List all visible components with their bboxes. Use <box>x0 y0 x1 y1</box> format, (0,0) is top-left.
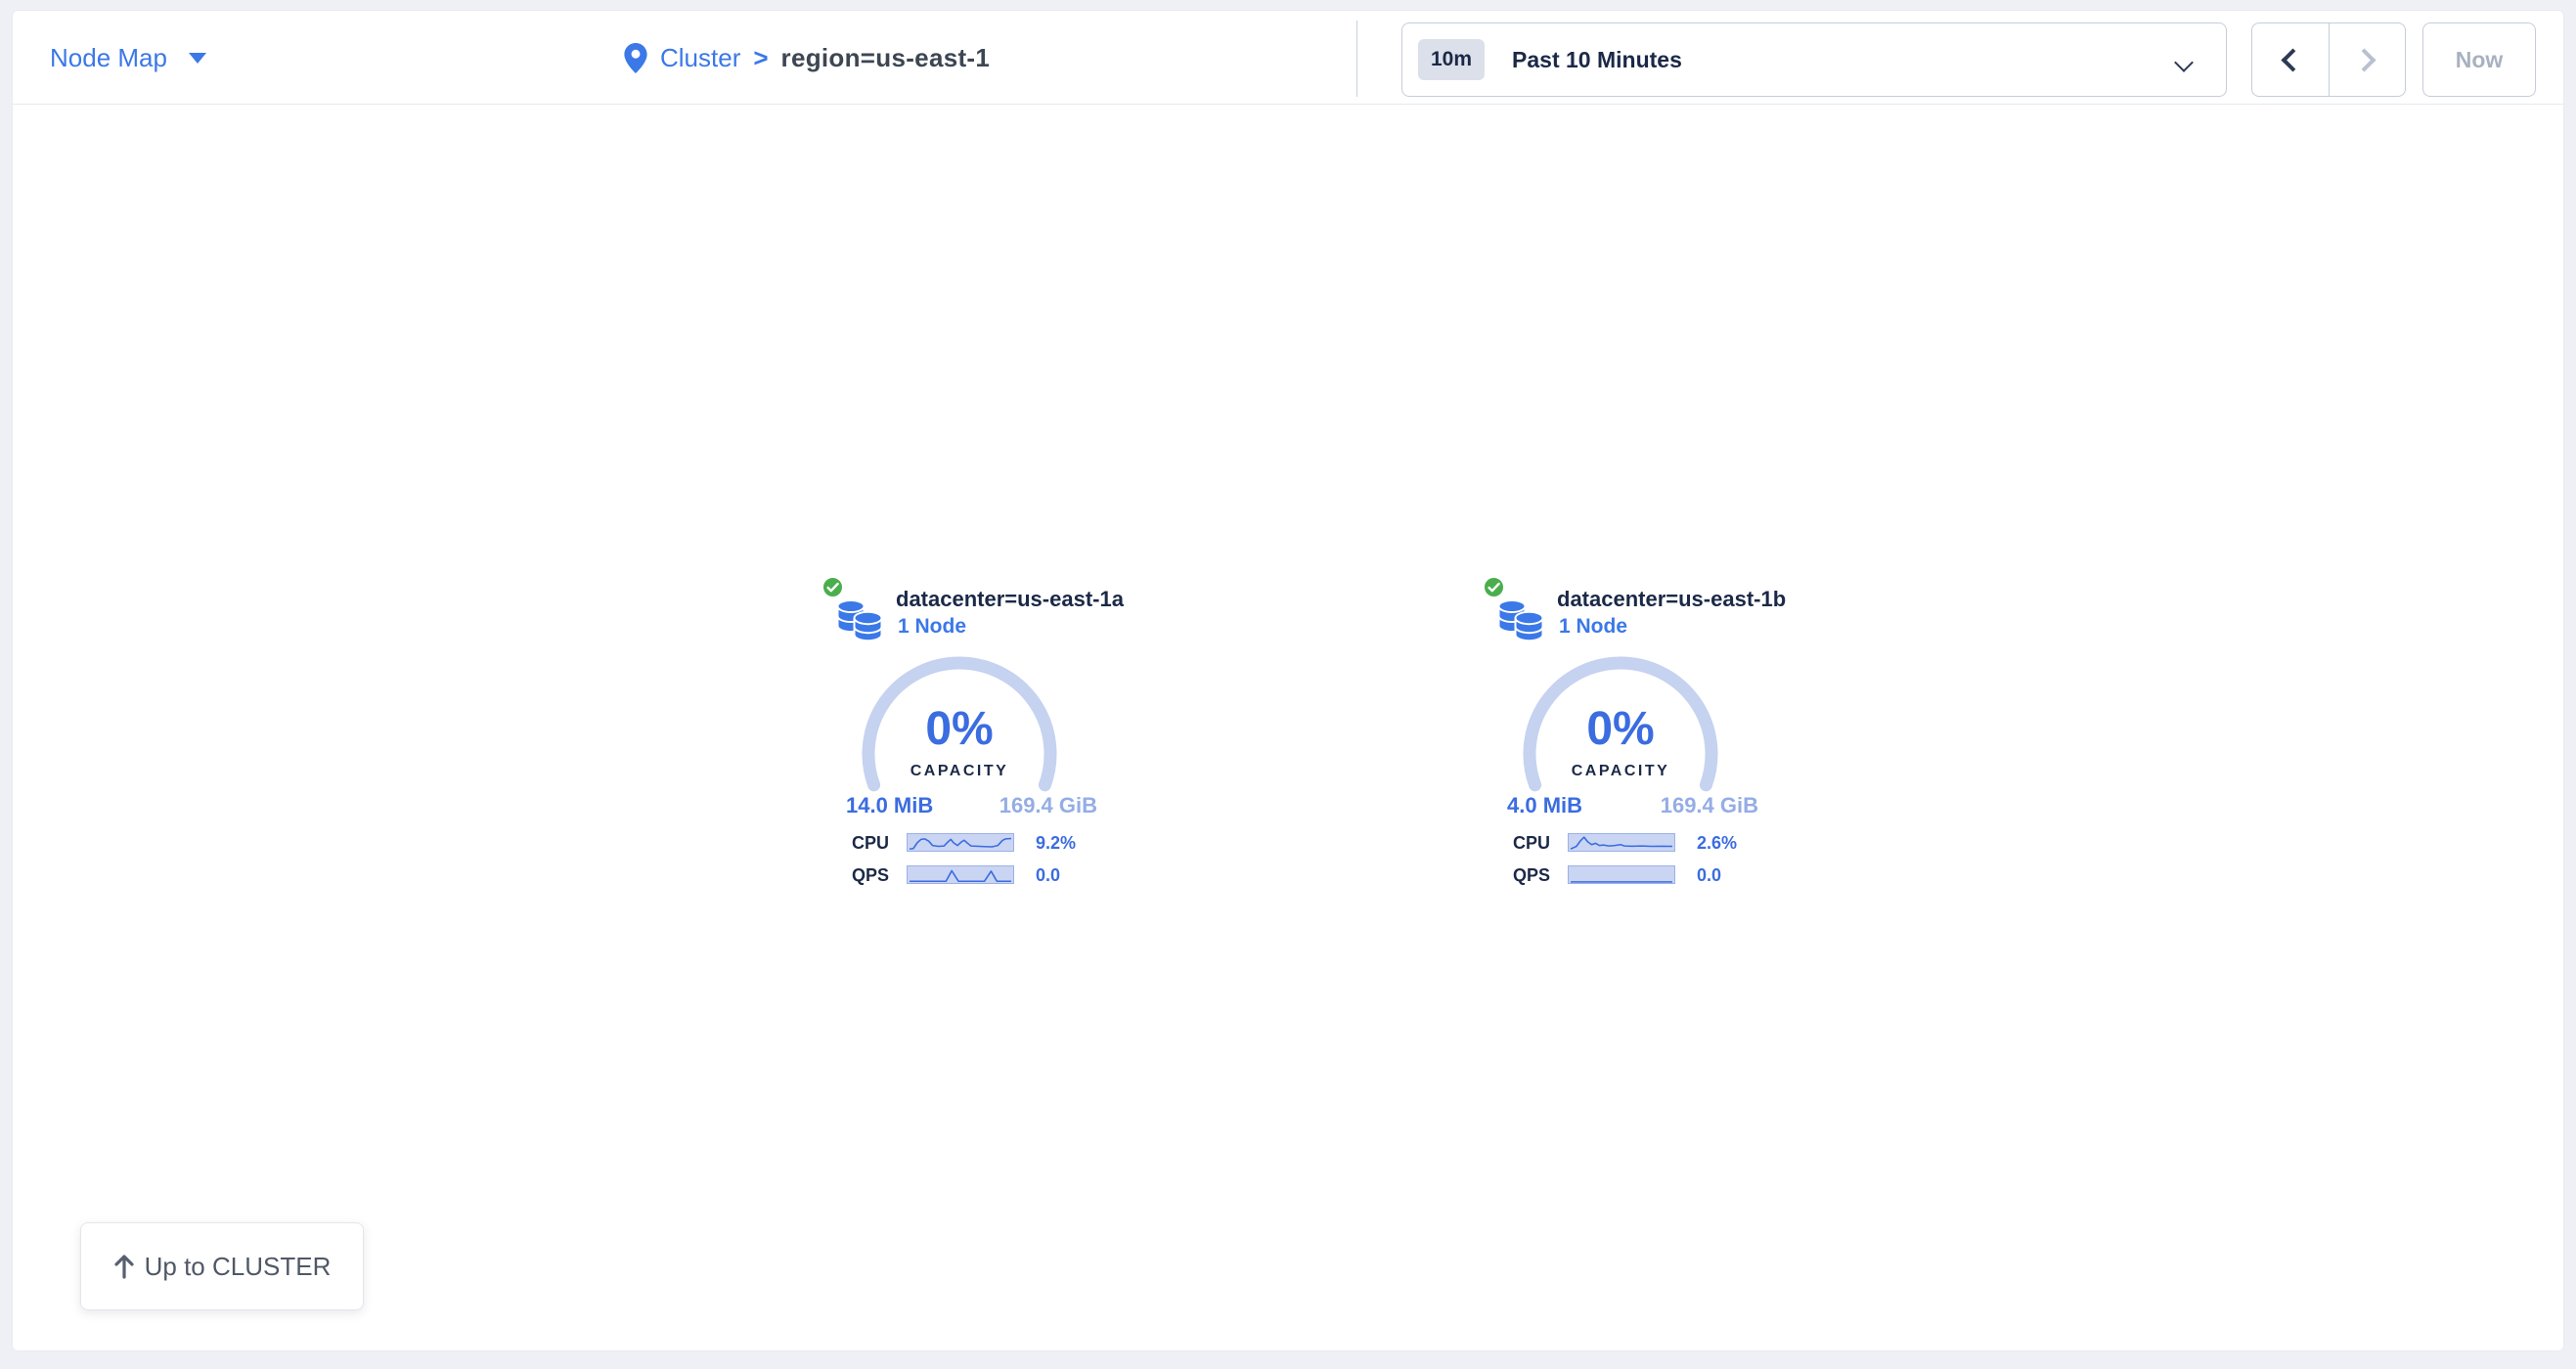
qps-label: QPS <box>822 865 889 886</box>
time-nav-group <box>2251 22 2406 97</box>
datacenter-name: datacenter=us-east-1a <box>896 587 1124 612</box>
capacity-gauge: 0% CAPACITY <box>1523 656 1718 852</box>
qps-value: 0.0 <box>1036 865 1060 886</box>
qps-row: QPS 0.0 <box>822 865 1144 885</box>
capacity-total: 169.4 GiB <box>1661 793 1758 818</box>
time-prev-button[interactable] <box>2252 23 2329 96</box>
capacity-gauge: 0% CAPACITY <box>862 656 1057 852</box>
qps-label: QPS <box>1483 865 1550 886</box>
datacenter-card-us-east-1b[interactable]: datacenter=us-east-1b 1 Node 0% CAPACITY… <box>1483 576 1854 908</box>
capacity-percent: 0% <box>1523 702 1718 756</box>
cpu-sparkline <box>907 833 1014 852</box>
breadcrumb-cluster-link[interactable]: Cluster <box>660 43 740 73</box>
chevron-down-icon <box>2174 53 2194 72</box>
qps-value: 0.0 <box>1697 865 1721 886</box>
capacity-used: 4.0 MiB <box>1507 793 1582 818</box>
time-next-button[interactable] <box>2329 23 2406 96</box>
qps-row: QPS 0.0 <box>1483 865 1805 885</box>
view-selector-label: Node Map <box>50 43 167 73</box>
capacity-total: 169.4 GiB <box>999 793 1097 818</box>
header-bar: Node Map Cluster > region=us-east-1 10m … <box>13 11 2563 105</box>
now-button[interactable]: Now <box>2422 22 2536 97</box>
capacity-label: CAPACITY <box>862 763 1057 780</box>
qps-sparkline <box>1568 865 1675 884</box>
caret-down-icon <box>189 53 206 64</box>
cpu-label: CPU <box>1483 833 1550 854</box>
qps-sparkline <box>907 865 1014 884</box>
cpu-row: CPU 9.2% <box>822 833 1144 853</box>
up-to-cluster-label: Up to CLUSTER <box>145 1252 332 1282</box>
time-window-dropdown[interactable]: 10m Past 10 Minutes <box>1401 22 2227 97</box>
capacity-used: 14.0 MiB <box>846 793 933 818</box>
chevron-right-icon <box>2352 48 2376 71</box>
now-button-label: Now <box>2456 47 2504 73</box>
header-divider <box>1356 21 1357 97</box>
cpu-value: 2.6% <box>1697 833 1737 854</box>
capacity-values-row: 4.0 MiB 169.4 GiB <box>1507 793 1758 818</box>
time-window-badge: 10m <box>1418 39 1485 80</box>
capacity-values-row: 14.0 MiB 169.4 GiB <box>846 793 1097 818</box>
arrow-up-icon <box>113 1254 135 1279</box>
view-selector-dropdown[interactable]: Node Map <box>50 11 206 105</box>
database-stack-icon <box>1498 593 1543 641</box>
breadcrumb-current: region=us-east-1 <box>781 43 991 73</box>
breadcrumb-separator: > <box>753 43 768 73</box>
cpu-value: 9.2% <box>1036 833 1076 854</box>
breadcrumb: Cluster > region=us-east-1 <box>624 11 990 105</box>
cpu-sparkline <box>1568 833 1675 852</box>
datacenter-name: datacenter=us-east-1b <box>1557 587 1786 612</box>
up-to-cluster-button[interactable]: Up to CLUSTER <box>80 1222 364 1310</box>
location-pin-icon <box>624 43 647 73</box>
capacity-label: CAPACITY <box>1523 763 1718 780</box>
datacenter-node-count: 1 Node <box>1559 615 1627 639</box>
chevron-left-icon <box>2282 48 2305 71</box>
datacenter-node-count: 1 Node <box>898 615 966 639</box>
cpu-row: CPU 2.6% <box>1483 833 1805 853</box>
datacenter-card-us-east-1a[interactable]: datacenter=us-east-1a 1 Node 0% CAPACITY… <box>822 576 1193 908</box>
node-map-panel: Node Map Cluster > region=us-east-1 10m … <box>12 10 2564 1351</box>
capacity-percent: 0% <box>862 702 1057 756</box>
database-stack-icon <box>837 593 882 641</box>
time-window-label: Past 10 Minutes <box>1512 47 1682 73</box>
cpu-label: CPU <box>822 833 889 854</box>
